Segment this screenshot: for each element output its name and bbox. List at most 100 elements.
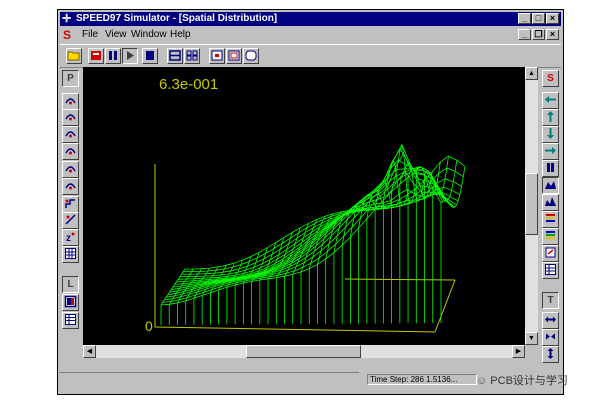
scroll-right-button[interactable]: ▶ — [512, 345, 525, 358]
export-button[interactable] — [542, 245, 559, 262]
step-button[interactable] — [62, 196, 79, 213]
horizontal-shrink-button[interactable] — [542, 329, 559, 346]
vertical-stretch-button[interactable] — [542, 346, 559, 363]
arrow-right-icon — [545, 147, 556, 154]
vertical-arrows-icon — [547, 348, 554, 359]
stop-icon — [146, 51, 154, 60]
vertical-scroll-thumb[interactable] — [525, 173, 538, 235]
diagonal-button[interactable] — [62, 212, 79, 229]
color-bars-button[interactable] — [542, 211, 559, 228]
pause-button[interactable] — [105, 48, 121, 64]
arrow-up-icon — [547, 111, 554, 122]
menu-view[interactable]: View — [105, 27, 127, 43]
grid-view-icon — [169, 50, 181, 61]
zoom-a-button[interactable] — [209, 48, 225, 64]
export-icon — [545, 247, 556, 258]
tile-view-icon — [186, 50, 198, 61]
tile-view-button[interactable] — [184, 48, 200, 64]
peak-a-button[interactable] — [542, 177, 559, 194]
curve-d-button[interactable] — [62, 143, 79, 160]
color-levels-button[interactable] — [542, 228, 559, 245]
arrow-left-icon — [545, 96, 556, 103]
peak-b-icon — [545, 197, 556, 206]
play-button[interactable] — [122, 48, 138, 64]
curve-a-icon — [65, 98, 76, 105]
menu-file[interactable]: File — [82, 27, 98, 43]
scroll-up-button[interactable]: ▲ — [525, 67, 538, 80]
zoom-b-icon — [228, 50, 240, 61]
arrow-down-button[interactable] — [542, 126, 559, 143]
zoom-button[interactable]: z — [62, 229, 79, 246]
color-bars-icon — [546, 214, 555, 222]
scroll-left-button[interactable]: ◀ — [83, 345, 96, 358]
stop-button[interactable] — [142, 48, 158, 64]
table-view-button[interactable] — [542, 262, 559, 279]
origin-label: 0 — [145, 318, 153, 334]
menu-help[interactable]: Help — [170, 27, 191, 43]
open-button[interactable] — [66, 48, 82, 64]
color-levels-icon — [546, 231, 555, 239]
arrow-up-button[interactable] — [542, 109, 559, 126]
mdi-close-button[interactable]: × — [546, 29, 559, 40]
pause-view-icon — [547, 163, 554, 172]
vertical-scrollbar[interactable]: ▲ ▼ — [525, 67, 538, 345]
table-view-icon — [545, 264, 556, 275]
arrow-right-button[interactable] — [542, 143, 559, 160]
zoom-a-icon — [211, 50, 223, 61]
right-panel-t-button[interactable]: T — [542, 292, 559, 309]
zoom-b-button[interactable] — [226, 48, 242, 64]
curve-f-button[interactable] — [62, 178, 79, 195]
curve-d-icon — [65, 148, 76, 155]
grid-view-button[interactable] — [167, 48, 183, 64]
zoom-icon: z — [66, 232, 75, 244]
horizontal-scrollbar[interactable]: ◀ ▶ — [83, 345, 525, 358]
mesh-line-u — [174, 171, 455, 285]
layer-button[interactable] — [62, 294, 79, 311]
pause-icon — [109, 51, 117, 60]
curve-b-button[interactable] — [62, 109, 79, 126]
play-icon — [127, 51, 134, 60]
grid-button[interactable] — [62, 246, 79, 263]
title-bar[interactable]: ✛ SPEED97 Simulator - [Spatial Distribut… — [60, 12, 561, 26]
right-panel-s-button[interactable]: S — [542, 70, 559, 87]
arrow-down-icon — [547, 128, 554, 139]
table-button[interactable] — [62, 312, 79, 329]
curve-f-icon — [65, 183, 76, 190]
close-button[interactable]: × — [546, 13, 559, 24]
maximize-button[interactable]: □ — [532, 13, 545, 24]
minimize-button[interactable]: _ — [518, 13, 531, 24]
menu-bar: S File View Window Help _ ❐ × — [60, 27, 561, 43]
horizontal-stretch-button[interactable] — [542, 312, 559, 329]
mesh-line-v — [440, 166, 466, 208]
arrow-left-button[interactable] — [542, 92, 559, 109]
zoom-c-button[interactable] — [243, 48, 259, 64]
left-panel-l-button[interactable]: L — [62, 276, 79, 293]
peak-b-button[interactable] — [542, 194, 559, 211]
curve-c-button[interactable] — [62, 126, 79, 143]
curve-e-button[interactable] — [62, 161, 79, 178]
horizontal-scroll-thumb[interactable] — [246, 345, 361, 358]
watermark-label: PCB设计与学习 — [490, 375, 568, 387]
window-title: SPEED97 Simulator - [Spatial Distributio… — [76, 13, 278, 24]
svg-text:z: z — [66, 233, 71, 243]
mdi-restore-button[interactable]: ❐ — [532, 29, 545, 40]
table-icon — [65, 314, 76, 325]
menu-window[interactable]: Window — [131, 27, 167, 43]
curve-b-icon — [65, 114, 76, 121]
mesh-line-u — [184, 155, 466, 270]
record-button[interactable] — [88, 48, 104, 64]
max-value-label: 6.3e-001 — [159, 76, 218, 93]
curve-a-button[interactable] — [62, 93, 79, 110]
watermark-text: ☺ PCB设计与学习 — [476, 372, 568, 388]
curve-c-icon — [65, 131, 76, 138]
left-panel-p-button[interactable]: P — [62, 70, 79, 87]
x-axis-line — [154, 326, 436, 333]
spatial-distribution-plot[interactable]: 6.3e-001 0 — [83, 67, 525, 345]
wireframe-mesh — [160, 143, 466, 325]
scroll-down-button[interactable]: ▼ — [525, 332, 538, 345]
mdi-minimize-button[interactable]: _ — [518, 29, 531, 40]
pause-view-button[interactable] — [542, 160, 559, 177]
grid-icon — [65, 248, 76, 259]
mesh-plot-svg: 6.3e-001 0 — [145, 76, 466, 334]
layer-icon — [64, 295, 77, 308]
